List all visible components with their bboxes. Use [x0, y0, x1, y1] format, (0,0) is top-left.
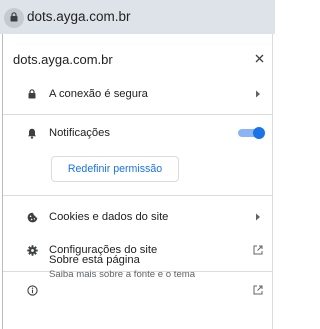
close-icon	[255, 50, 264, 68]
toggle-knob	[253, 127, 265, 139]
notifications-toggle[interactable]	[238, 127, 266, 139]
bell-icon	[26, 127, 38, 139]
chevron-right-icon	[252, 88, 264, 100]
connection-row[interactable]: A conexão é segura	[3, 77, 272, 111]
popup-title: dots.ayga.com.br	[13, 52, 113, 67]
cookie-icon	[26, 211, 38, 223]
site-info-button[interactable]	[4, 8, 24, 28]
notifications-row: Notificações	[3, 116, 272, 150]
chevron-right-icon	[252, 211, 264, 223]
close-button[interactable]	[252, 52, 266, 66]
divider	[3, 114, 272, 115]
address-bar: dots.ayga.com.br	[0, 0, 275, 34]
gear-icon	[26, 244, 38, 256]
connection-label: A conexão é segura	[49, 88, 148, 100]
cookies-row[interactable]: Cookies e dados do site	[3, 200, 272, 234]
lock-icon	[26, 88, 38, 100]
popup-header: dots.ayga.com.br	[3, 34, 272, 82]
notifications-label: Notificações	[49, 127, 110, 139]
about-page-row[interactable]	[3, 275, 272, 319]
about-page-title: Sobre esta página	[49, 254, 140, 266]
lock-icon	[10, 9, 18, 27]
about-page-subtitle: Saiba mais sobre a fonte e o tema	[49, 269, 196, 280]
external-link-icon	[252, 244, 264, 256]
divider	[3, 195, 272, 196]
cookies-label: Cookies e dados do site	[49, 211, 169, 223]
reset-permission-button[interactable]: Redefinir permissão	[51, 156, 179, 182]
info-icon	[26, 284, 38, 296]
site-info-popup: dots.ayga.com.br A conexão é segura Noti…	[2, 34, 273, 329]
external-link-icon	[252, 284, 264, 296]
url-text[interactable]: dots.ayga.com.br	[27, 9, 131, 24]
